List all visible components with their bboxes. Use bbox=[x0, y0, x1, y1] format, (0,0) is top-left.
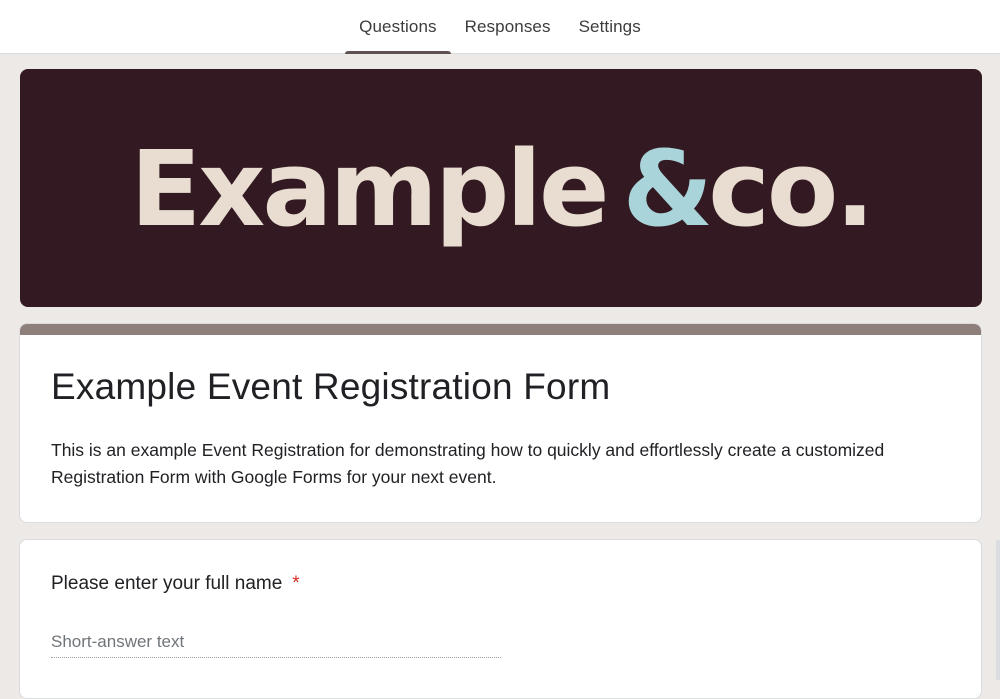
title-card-accent-bar bbox=[20, 324, 981, 335]
question-title-text: Please enter your full name bbox=[51, 573, 283, 594]
tab-settings[interactable]: Settings bbox=[565, 0, 655, 54]
form-description[interactable]: This is an example Event Registration fo… bbox=[51, 437, 951, 491]
logo-ampersand: & bbox=[622, 128, 714, 250]
top-tab-bar: Questions Responses Settings bbox=[0, 0, 1000, 54]
tabs: Questions Responses Settings bbox=[0, 0, 1000, 54]
required-asterisk: * bbox=[292, 573, 300, 594]
question-card[interactable]: Please enter your full name * bbox=[19, 539, 982, 699]
tab-questions[interactable]: Questions bbox=[345, 0, 452, 54]
tab-responses[interactable]: Responses bbox=[451, 0, 565, 54]
logo-co: co. bbox=[708, 128, 875, 250]
brand-logo: Example & co. bbox=[20, 69, 982, 307]
form-title-card: Example Event Registration Form This is … bbox=[19, 323, 982, 523]
logo-word: Example bbox=[130, 128, 609, 250]
question-title[interactable]: Please enter your full name * bbox=[51, 573, 300, 595]
short-answer-field[interactable] bbox=[51, 626, 501, 658]
side-toolbar-edge bbox=[996, 540, 1000, 680]
header-banner: Example & co. bbox=[20, 69, 982, 307]
form-title[interactable]: Example Event Registration Form bbox=[51, 366, 610, 408]
